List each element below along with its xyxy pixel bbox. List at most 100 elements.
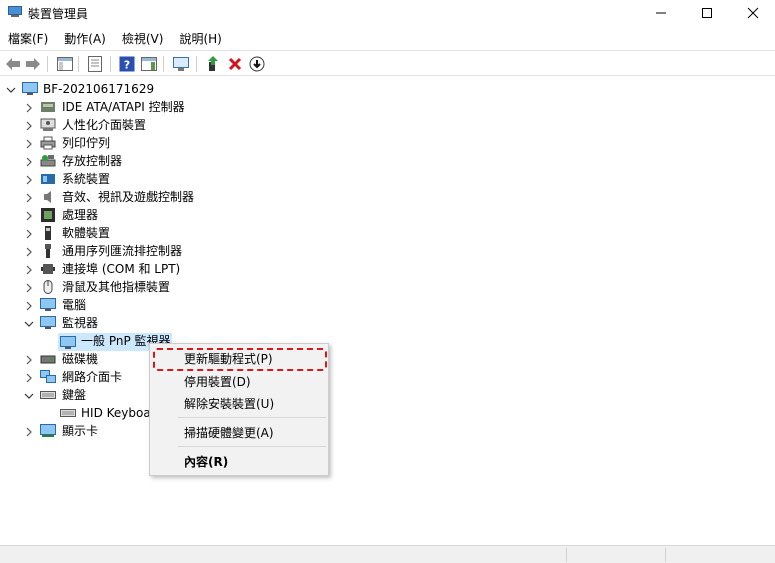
disable-device-button[interactable] bbox=[248, 55, 266, 73]
tree-item-label[interactable]: 連接埠 (COM 和 LPT) bbox=[62, 260, 180, 278]
tree-item-label[interactable]: 音效、視訊及遊戲控制器 bbox=[62, 188, 194, 206]
chevron-right-icon[interactable] bbox=[24, 355, 34, 365]
monitor-scan-icon bbox=[173, 57, 189, 71]
chevron-right-icon[interactable] bbox=[24, 229, 34, 239]
tree-item-label[interactable]: 顯示卡 bbox=[62, 422, 98, 440]
maximize-button[interactable] bbox=[684, 0, 730, 26]
uninstall-device-menu-item[interactable]: 解除安裝裝置(U) bbox=[184, 395, 274, 412]
back-arrow-icon bbox=[6, 58, 20, 70]
chevron-down-icon[interactable] bbox=[24, 391, 34, 401]
tree-item-label[interactable]: 軟體裝置 bbox=[62, 224, 110, 242]
chevron-right-icon[interactable] bbox=[24, 265, 34, 275]
chevron-right-icon[interactable] bbox=[24, 247, 34, 257]
printer-icon bbox=[40, 136, 56, 150]
chevron-right-icon[interactable] bbox=[24, 103, 34, 113]
context-menu: 更新驅動程式(P) 停用裝置(D) 解除安裝裝置(U) 掃描硬體變更(A) 內容… bbox=[149, 343, 329, 476]
tree-item-label[interactable]: 監視器 bbox=[62, 314, 98, 332]
keyboard-icon bbox=[40, 391, 56, 399]
minimize-button[interactable] bbox=[638, 0, 684, 26]
usb-icon bbox=[45, 244, 51, 258]
toolbar-separator bbox=[196, 56, 197, 72]
system-device-icon bbox=[41, 174, 55, 184]
computer-icon bbox=[22, 82, 38, 95]
storage-controller-icon bbox=[40, 155, 56, 167]
chevron-right-icon[interactable] bbox=[24, 157, 34, 167]
menu-view[interactable]: 檢視(V) bbox=[114, 28, 172, 48]
uninstall-device-button[interactable] bbox=[226, 55, 244, 73]
back-button[interactable] bbox=[4, 55, 22, 73]
chevron-down-icon[interactable] bbox=[24, 319, 34, 329]
close-button[interactable] bbox=[730, 0, 775, 26]
forward-button[interactable] bbox=[24, 55, 42, 73]
properties-icon bbox=[88, 56, 102, 72]
action-pane-button[interactable] bbox=[140, 55, 158, 73]
toolbar-separator bbox=[78, 56, 79, 72]
menu-separator bbox=[178, 417, 326, 418]
tree-item-label[interactable]: 網路介面卡 bbox=[62, 368, 122, 386]
tree-item-label[interactable]: 人性化介面裝置 bbox=[62, 116, 146, 134]
chevron-right-icon[interactable] bbox=[24, 283, 34, 293]
tree-item-label[interactable]: IDE ATA/ATAPI 控制器 bbox=[62, 98, 185, 116]
update-driver-button[interactable] bbox=[204, 55, 222, 73]
title-bar: 裝置管理員 bbox=[0, 0, 775, 26]
help-button[interactable]: ? bbox=[118, 55, 136, 73]
keyboard-icon bbox=[60, 409, 76, 417]
hid-icon bbox=[40, 118, 56, 131]
chevron-down-icon[interactable] bbox=[6, 85, 16, 95]
forward-arrow-icon bbox=[26, 58, 40, 70]
properties-button[interactable] bbox=[86, 55, 104, 73]
status-bar bbox=[0, 545, 775, 563]
device-manager-app-icon bbox=[8, 6, 22, 17]
tree-item-label[interactable]: 處理器 bbox=[62, 206, 98, 224]
chevron-right-icon[interactable] bbox=[24, 373, 34, 383]
tree-item-label[interactable]: 通用序列匯流排控制器 bbox=[62, 242, 182, 260]
scan-hardware-menu-item[interactable]: 掃描硬體變更(A) bbox=[184, 424, 274, 441]
display-adapter-icon bbox=[40, 424, 56, 437]
properties-menu-item[interactable]: 內容(R) bbox=[184, 453, 228, 470]
processor-icon bbox=[41, 208, 55, 222]
software-device-icon bbox=[45, 226, 51, 240]
network-adapter-icon bbox=[40, 370, 56, 383]
chevron-right-icon[interactable] bbox=[24, 121, 34, 131]
tree-root-label[interactable]: BF-202106171629 bbox=[43, 80, 154, 98]
show-hide-console-tree-button[interactable] bbox=[56, 55, 74, 73]
chevron-right-icon[interactable] bbox=[24, 211, 34, 221]
tree-item-label[interactable]: 列印佇列 bbox=[62, 134, 110, 152]
tree-item-label[interactable]: HID Keyboa bbox=[81, 404, 151, 422]
action-pane-icon bbox=[141, 57, 157, 71]
chevron-right-icon[interactable] bbox=[24, 193, 34, 203]
menu-help[interactable]: 說明(H) bbox=[171, 28, 229, 48]
scan-hardware-button[interactable] bbox=[172, 55, 190, 73]
menu-file[interactable]: 檔案(F) bbox=[0, 28, 56, 48]
menu-action[interactable]: 動作(A) bbox=[56, 28, 114, 48]
toolbar-separator bbox=[110, 56, 111, 72]
chevron-right-icon[interactable] bbox=[24, 301, 34, 311]
tree-item-label[interactable]: 鍵盤 bbox=[62, 386, 86, 404]
ide-controller-icon bbox=[41, 102, 55, 112]
monitor-icon bbox=[60, 336, 76, 349]
disable-device-menu-item[interactable]: 停用裝置(D) bbox=[184, 373, 251, 390]
tree-item-label[interactable]: 磁碟機 bbox=[62, 350, 98, 368]
port-icon bbox=[41, 264, 55, 274]
tree-item-label[interactable]: 電腦 bbox=[62, 296, 86, 314]
device-tree: BF-202106171629 IDE ATA/ATAPI 控制器 人性化介面裝… bbox=[0, 80, 775, 542]
help-icon: ? bbox=[119, 56, 135, 72]
update-driver-menu-item[interactable]: 更新驅動程式(P) bbox=[184, 350, 273, 367]
chevron-right-icon[interactable] bbox=[24, 175, 34, 185]
chevron-right-icon[interactable] bbox=[24, 139, 34, 149]
computer-icon bbox=[40, 298, 56, 311]
maximize-icon bbox=[702, 8, 712, 18]
toolbar-separator bbox=[47, 56, 48, 72]
monitor-icon bbox=[40, 316, 56, 329]
menu-separator bbox=[178, 446, 326, 447]
menu-bar: 檔案(F) 動作(A) 檢視(V) 說明(H) bbox=[0, 28, 775, 48]
speaker-icon bbox=[44, 191, 51, 203]
status-bar-separator bbox=[665, 548, 666, 562]
window-title: 裝置管理員 bbox=[28, 7, 89, 21]
tree-item-label[interactable]: 滑鼠及其他指標裝置 bbox=[62, 278, 170, 296]
chevron-right-icon[interactable] bbox=[24, 427, 34, 437]
tree-item-label[interactable]: 存放控制器 bbox=[62, 152, 122, 170]
toolbar-separator bbox=[163, 56, 164, 72]
toolbar: ? bbox=[0, 50, 775, 76]
tree-item-label[interactable]: 系統裝置 bbox=[62, 170, 110, 188]
